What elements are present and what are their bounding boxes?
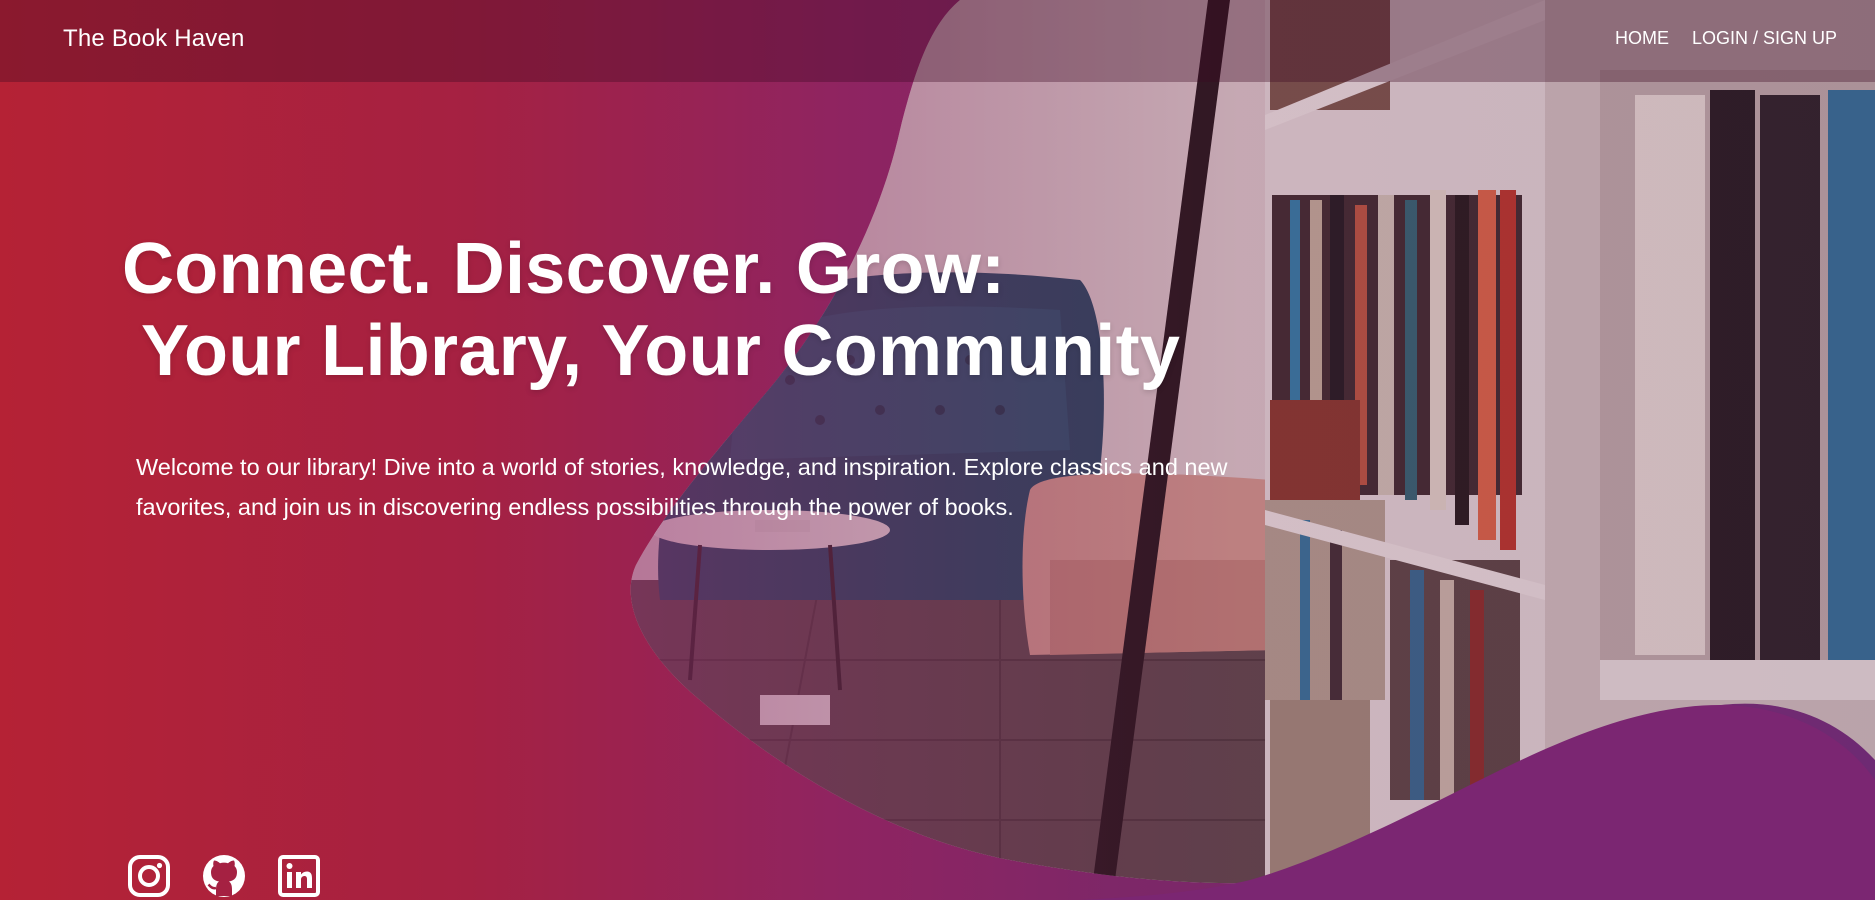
hero-intro-text: Welcome to our library! Dive into a worl…: [136, 454, 1228, 520]
brand-logo-text[interactable]: The Book Haven: [63, 25, 245, 53]
social-links: [127, 852, 321, 900]
instagram-icon[interactable]: [127, 852, 171, 900]
landing-page: The Book Haven HOME LOGIN / SIGN UP Conn…: [0, 0, 1875, 900]
nav-home-link[interactable]: HOME: [1615, 28, 1669, 49]
nav-login-signup-link[interactable]: LOGIN / SIGN UP: [1692, 28, 1837, 49]
hero-headline-line-1: Connect. Discover. Grow:: [122, 229, 1006, 309]
linkedin-icon[interactable]: [277, 852, 321, 900]
hero-headline-line-2: Your Library, Your Community: [122, 311, 1181, 391]
top-navigation-bar: The Book Haven HOME LOGIN / SIGN UP: [0, 0, 1875, 82]
hero-headline: Connect. Discover. Grow: Your Library, Y…: [122, 228, 1180, 392]
github-icon[interactable]: [202, 852, 246, 900]
main-nav: HOME LOGIN / SIGN UP: [1615, 28, 1837, 49]
